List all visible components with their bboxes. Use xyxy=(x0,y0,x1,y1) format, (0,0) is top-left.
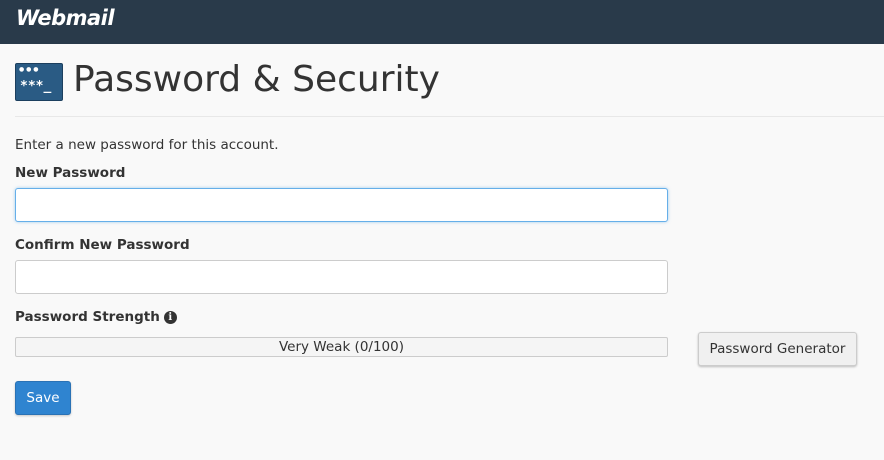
webmail-logo[interactable]: Webmail xyxy=(16,6,115,30)
new-password-input[interactable] xyxy=(15,188,668,222)
confirm-password-input[interactable] xyxy=(15,260,668,294)
password-generator-button[interactable]: Password Generator xyxy=(698,332,857,366)
password-strength-label: Password Strength xyxy=(15,309,160,325)
strength-text: Very Weak (0/100) xyxy=(278,339,404,355)
info-icon[interactable]: i xyxy=(163,311,177,324)
divider xyxy=(15,116,884,117)
page-title: Password & Security xyxy=(73,59,440,100)
new-password-label: New Password xyxy=(15,165,126,181)
intro-text: Enter a new password for this account. xyxy=(15,137,279,153)
confirm-password-label: Confirm New Password xyxy=(15,237,190,253)
password-strength-meter: Very Weak (0/100) xyxy=(15,337,668,357)
password-terminal-icon: ● ● ● ***_ xyxy=(15,63,63,101)
top-bar: Webmail xyxy=(0,0,884,44)
save-button[interactable]: Save xyxy=(15,381,71,415)
password-strength-heading: Password Strength i xyxy=(15,309,177,325)
